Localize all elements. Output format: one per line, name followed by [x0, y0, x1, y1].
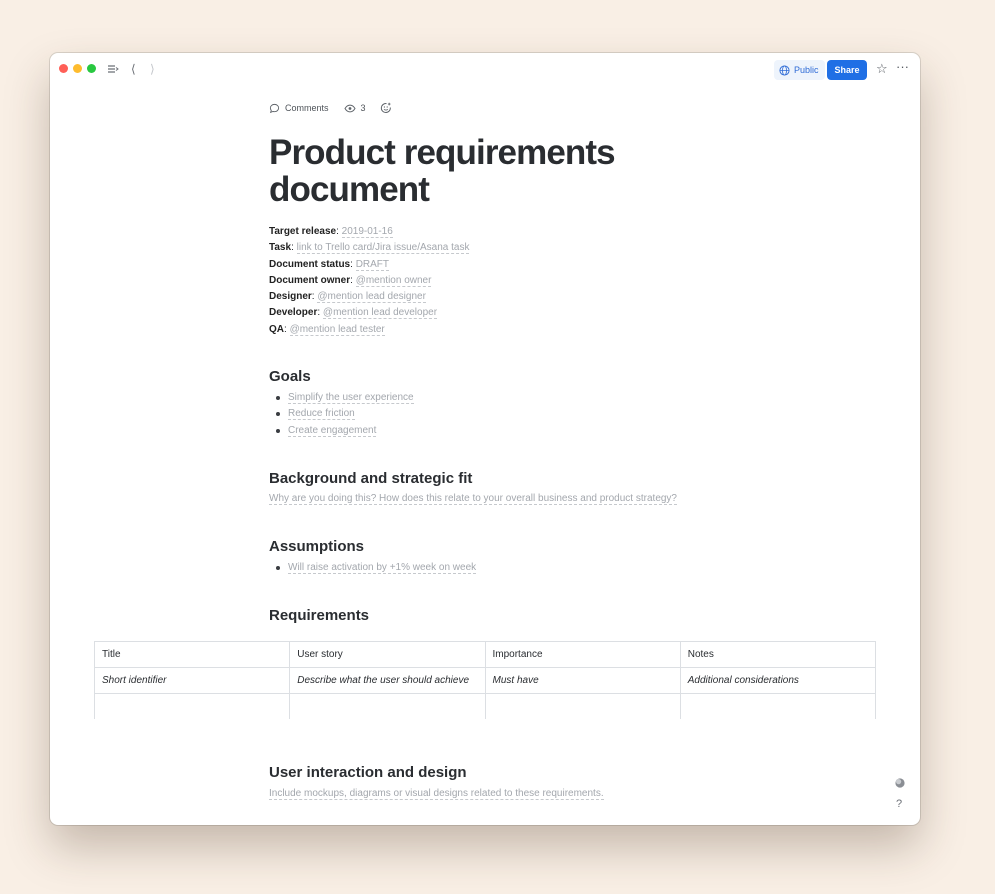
views-indicator[interactable]: 3: [343, 103, 366, 114]
public-label: Public: [794, 65, 819, 75]
property-document-status: Document status: DRAFT: [269, 258, 390, 271]
comments-label: Comments: [285, 103, 329, 113]
title-bar: ⟨ ⟩ Public Share ☆ ···: [50, 53, 920, 87]
property-designer: Designer: @mention lead designer: [269, 291, 426, 304]
sidebar-toggle-icon[interactable]: [107, 62, 119, 76]
list-item-text: Reduce friction: [288, 408, 355, 421]
table-row: [93, 693, 877, 719]
property-key: Developer: [269, 307, 318, 319]
property-key: Target release: [269, 226, 337, 237]
share-button[interactable]: Share: [827, 60, 867, 80]
property-key: Task: [269, 242, 292, 254]
property-value[interactable]: @mention lead developer: [322, 307, 438, 320]
table-cell[interactable]: [484, 693, 681, 719]
property-qa: QA: @mention lead tester: [269, 323, 385, 336]
list-item-text: Will raise activation by +1% week on wee…: [288, 562, 477, 574]
eye-icon: [343, 104, 356, 112]
zoom-window-button[interactable]: [87, 64, 96, 73]
globe-icon: [779, 64, 790, 76]
requirements-heading[interactable]: Requirements: [269, 607, 369, 624]
list-item[interactable]: Reduce friction: [276, 406, 414, 422]
document-title[interactable]: Product requirements document: [269, 134, 689, 208]
column-header-user-story[interactable]: User story: [289, 641, 486, 668]
goals-heading[interactable]: Goals: [269, 368, 311, 385]
table-cell[interactable]: Additional considerations: [679, 667, 877, 694]
app-window: ⟨ ⟩ Public Share ☆ ··· Comments 3 Produc…: [50, 53, 920, 825]
assumptions-list: Will raise activation by +1% week on wee…: [269, 560, 477, 576]
user-interaction-description[interactable]: Include mockups, diagrams or visual desi…: [269, 788, 604, 800]
background-heading[interactable]: Background and strategic fit: [269, 470, 472, 487]
list-item-text: Create engagement: [288, 424, 377, 437]
more-options-icon[interactable]: ···: [896, 60, 909, 74]
comment-icon: [269, 103, 280, 113]
help-icon[interactable]: ?: [896, 798, 902, 810]
table-cell[interactable]: Describe what the user should achieve: [289, 667, 486, 694]
comments-button[interactable]: Comments: [269, 103, 329, 114]
property-value[interactable]: @mention lead tester: [289, 323, 385, 336]
user-interaction-description-text: Include mockups, diagrams or visual desi…: [269, 788, 604, 800]
add-reaction-icon: [380, 102, 391, 113]
property-key: Designer: [269, 291, 312, 303]
background-description[interactable]: Why are you doing this? How does this re…: [269, 493, 677, 505]
property-key: QA: [269, 323, 284, 335]
star-icon[interactable]: ☆: [876, 62, 888, 76]
views-count: 3: [360, 103, 366, 113]
property-document-owner: Document owner: @mention owner: [269, 274, 432, 287]
user-interaction-heading[interactable]: User interaction and design: [269, 764, 467, 781]
back-icon[interactable]: ⟨: [131, 62, 136, 76]
table-cell[interactable]: Short identifier: [93, 667, 291, 694]
property-key: Document status: [269, 258, 351, 270]
table-cell[interactable]: [679, 693, 877, 719]
table-cell[interactable]: Must have: [484, 667, 681, 694]
property-value[interactable]: 2019-01-16: [341, 226, 393, 238]
property-value[interactable]: link to Trello card/Jira issue/Asana tas…: [296, 242, 470, 255]
property-key: Document owner: [269, 274, 351, 286]
assumptions-heading[interactable]: Assumptions: [269, 538, 364, 555]
table-row: Short identifier Describe what the user …: [93, 667, 877, 694]
column-header-importance[interactable]: Importance: [484, 641, 681, 668]
requirements-table: Title User story Importance Notes Short …: [93, 641, 877, 719]
goals-list: Simplify the user experience Reduce fric…: [269, 390, 414, 439]
column-header-notes[interactable]: Notes: [679, 641, 877, 668]
forward-icon[interactable]: ⟩: [150, 62, 155, 76]
list-item[interactable]: Will raise activation by +1% week on wee…: [275, 560, 477, 576]
list-item[interactable]: Create engagement: [276, 423, 414, 439]
add-reaction-button[interactable]: [380, 102, 392, 114]
table-cell[interactable]: [93, 693, 291, 719]
property-value[interactable]: @mention owner: [355, 274, 432, 287]
public-button[interactable]: Public: [774, 60, 825, 80]
list-item-text: Simplify the user experience: [288, 392, 414, 404]
table-cell[interactable]: [289, 693, 486, 719]
list-item[interactable]: Simplify the user experience: [276, 390, 414, 406]
background-description-text: Why are you doing this? How does this re…: [269, 493, 677, 505]
document-meta-bar: Comments 3: [269, 102, 392, 114]
property-task: Task: link to Trello card/Jira issue/Asa…: [269, 242, 470, 255]
column-header-title[interactable]: Title: [93, 641, 291, 668]
property-value[interactable]: DRAFT: [355, 258, 390, 271]
table-header-row: Title User story Importance Notes: [93, 641, 877, 668]
property-developer: Developer: @mention lead developer: [269, 307, 438, 320]
property-value[interactable]: @mention lead designer: [317, 291, 426, 304]
property-target-release: Target release: 2019-01-16: [269, 226, 393, 238]
document-properties: Target release: 2019-01-16 Task: link to…: [269, 224, 470, 338]
minimize-window-button[interactable]: [73, 64, 82, 73]
sync-status-icon[interactable]: [894, 777, 906, 789]
close-window-button[interactable]: [59, 64, 68, 73]
